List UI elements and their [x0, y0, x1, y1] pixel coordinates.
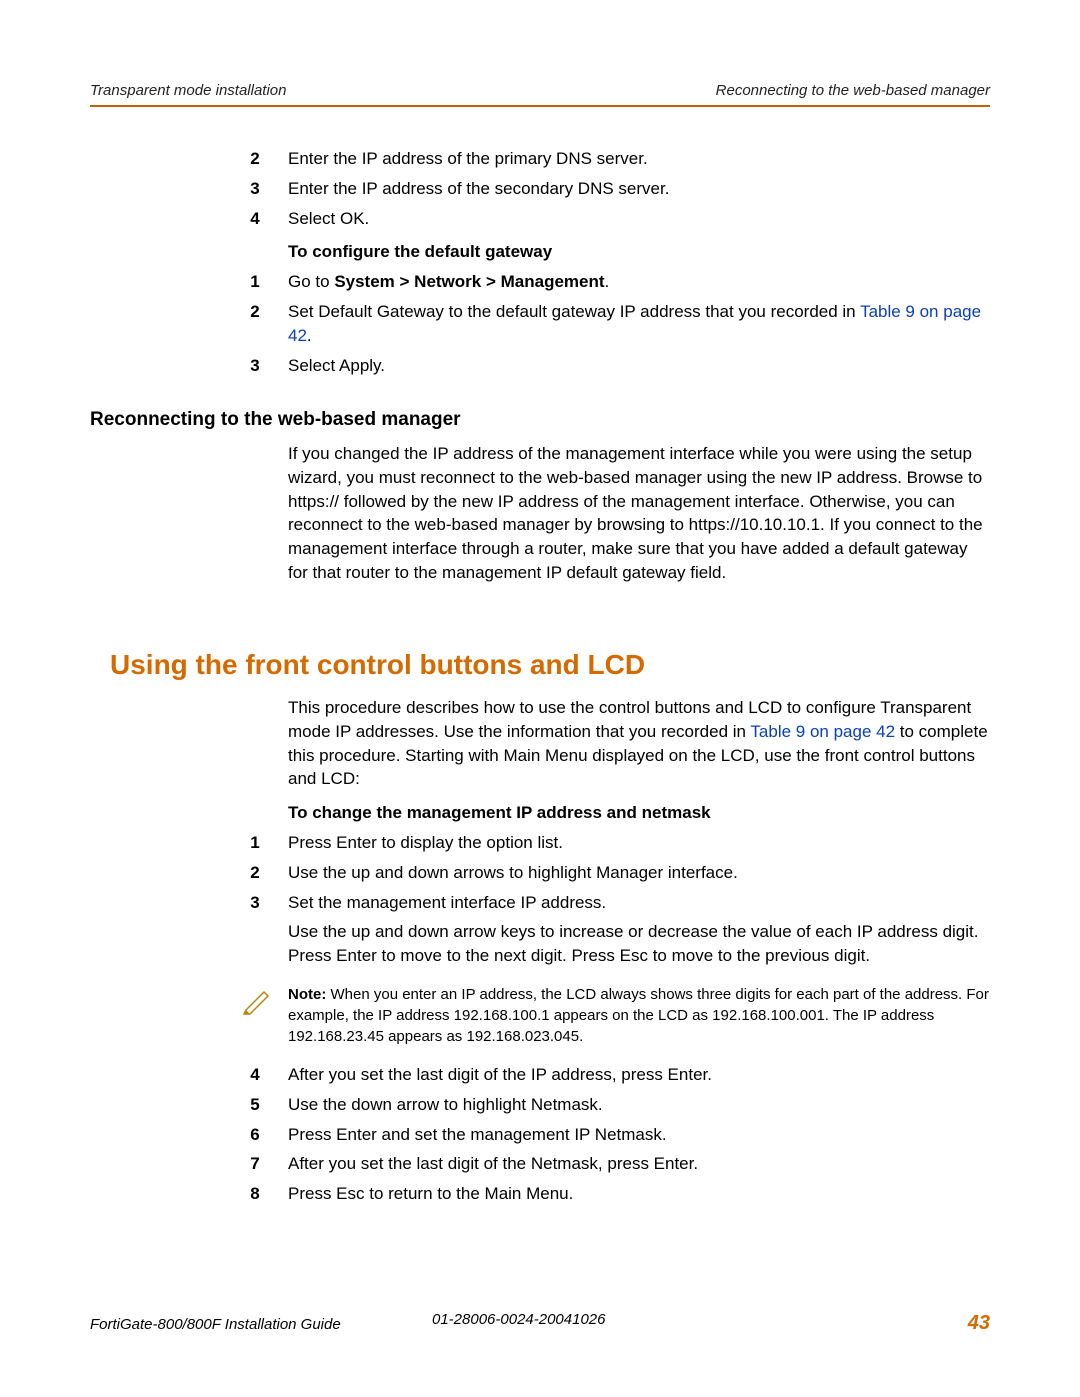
text: Set the management interface IP address.: [288, 891, 990, 915]
step-text: Set the management interface IP address.…: [268, 891, 990, 968]
step-text: Select Apply.: [268, 354, 990, 378]
text: When you enter an IP address, the LCD al…: [288, 986, 989, 1045]
step-row: 6 Press Enter and set the management IP …: [90, 1123, 990, 1147]
step-text: Use the up and down arrows to highlight …: [268, 861, 990, 885]
note-text: Note: When you enter an IP address, the …: [276, 984, 990, 1047]
text: Use the up and down arrow keys to increa…: [288, 920, 990, 968]
header-left: Transparent mode installation: [90, 80, 287, 101]
text: .: [605, 272, 610, 291]
step-text: Set Default Gateway to the default gatew…: [268, 300, 990, 348]
step-text: Enter the IP address of the secondary DN…: [268, 177, 990, 201]
step-row: 4 After you set the last digit of the IP…: [90, 1063, 990, 1087]
step-row: 3 Set the management interface IP addres…: [90, 891, 990, 968]
header-rule: [90, 105, 990, 107]
step-number: 2: [242, 300, 268, 348]
step-number: 5: [242, 1093, 268, 1117]
step-number: 6: [242, 1123, 268, 1147]
step-row: 3 Enter the IP address of the secondary …: [90, 177, 990, 201]
running-footer: FortiGate-800/800F Installation Guide 01…: [90, 1309, 990, 1337]
step-number: 3: [242, 354, 268, 378]
step-text: Use the down arrow to highlight Netmask.: [268, 1093, 990, 1117]
step-row: 5 Use the down arrow to highlight Netmas…: [90, 1093, 990, 1117]
step-row: 7 After you set the last digit of the Ne…: [90, 1152, 990, 1176]
step-number: 8: [242, 1182, 268, 1206]
step-row: 2 Use the up and down arrows to highligh…: [90, 861, 990, 885]
step-text: After you set the last digit of the Netm…: [268, 1152, 990, 1176]
note-icon: [242, 984, 276, 1025]
step-number: 1: [242, 270, 268, 294]
step-text: Press Enter to display the option list.: [268, 831, 990, 855]
page-number: 43: [968, 1309, 990, 1337]
note-pencil-icon: [242, 986, 272, 1016]
footer-center: 01-28006-0024-20041026: [432, 1309, 606, 1330]
step-text: Enter the IP address of the primary DNS …: [268, 147, 990, 171]
step-number: 1: [242, 831, 268, 855]
menu-path: System > Network > Management: [334, 272, 604, 291]
major-heading-lcd: Using the front control buttons and LCD: [110, 645, 990, 684]
step-number: 2: [242, 861, 268, 885]
cross-reference-link[interactable]: Table 9 on page 42: [750, 722, 895, 741]
subheading-change-mgmt-ip: To change the management IP address and …: [288, 801, 990, 825]
text: .: [307, 326, 312, 345]
step-number: 4: [242, 1063, 268, 1087]
step-text: Press Esc to return to the Main Menu.: [268, 1182, 990, 1206]
body-paragraph: If you changed the IP address of the man…: [288, 442, 990, 585]
step-number: 4: [242, 207, 268, 231]
step-row: 2 Enter the IP address of the primary DN…: [90, 147, 990, 171]
step-text: After you set the last digit of the IP a…: [268, 1063, 990, 1087]
note-block: Note: When you enter an IP address, the …: [242, 984, 990, 1047]
note-label: Note:: [288, 986, 326, 1003]
step-number: 3: [242, 177, 268, 201]
step-row: 1 Press Enter to display the option list…: [90, 831, 990, 855]
body-paragraph: This procedure describes how to use the …: [288, 696, 990, 791]
text: Set Default Gateway to the default gatew…: [288, 302, 860, 321]
step-number: 7: [242, 1152, 268, 1176]
page: Transparent mode installation Reconnecti…: [0, 0, 1080, 1397]
footer-left: FortiGate-800/800F Installation Guide: [90, 1314, 341, 1335]
header-right: Reconnecting to the web-based manager: [716, 80, 990, 101]
running-header: Transparent mode installation Reconnecti…: [90, 80, 990, 101]
step-text: Press Enter and set the management IP Ne…: [268, 1123, 990, 1147]
step-number: 3: [242, 891, 268, 968]
subheading-configure-gateway: To configure the default gateway: [288, 240, 990, 264]
step-row: 2 Set Default Gateway to the default gat…: [90, 300, 990, 348]
text: Go to: [288, 272, 334, 291]
step-row: 8 Press Esc to return to the Main Menu.: [90, 1182, 990, 1206]
step-number: 2: [242, 147, 268, 171]
step-row: 3 Select Apply.: [90, 354, 990, 378]
step-text: Go to System > Network > Management.: [268, 270, 990, 294]
step-text: Select OK.: [268, 207, 990, 231]
section-heading-reconnecting: Reconnecting to the web-based manager: [90, 407, 990, 434]
step-row: 1 Go to System > Network > Management.: [90, 270, 990, 294]
step-row: 4 Select OK.: [90, 207, 990, 231]
